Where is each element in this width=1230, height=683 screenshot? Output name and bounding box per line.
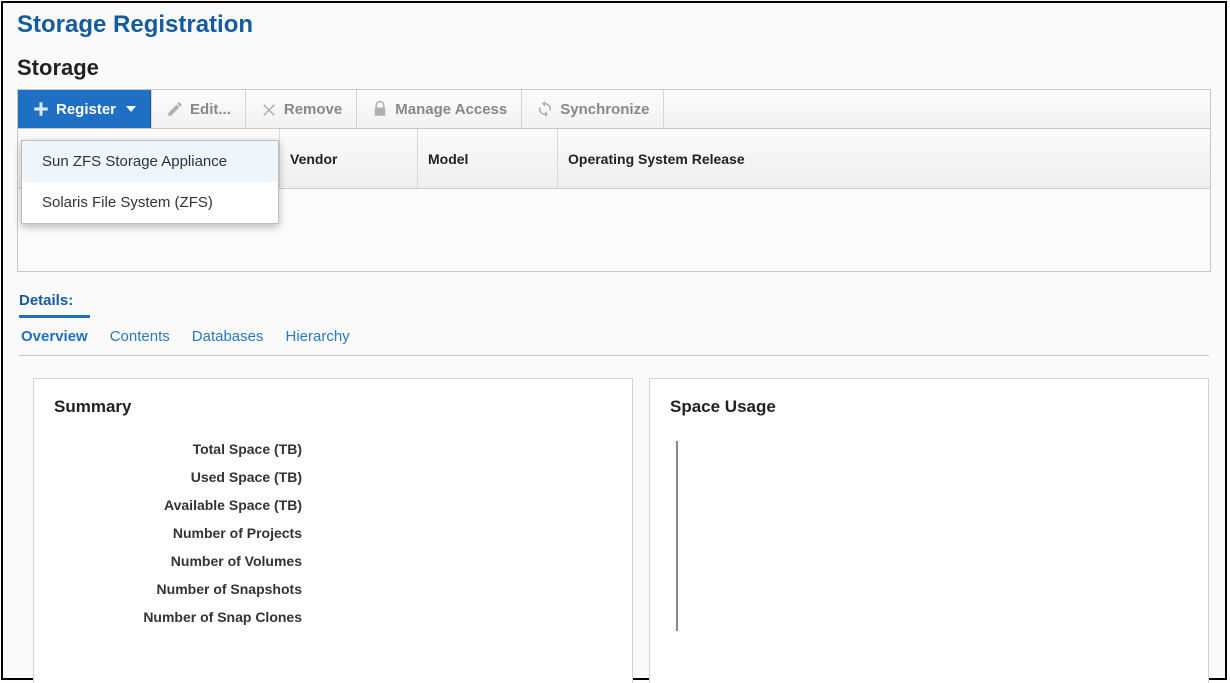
column-header-model[interactable]: Model <box>418 129 558 188</box>
edit-label: Edit... <box>190 101 231 118</box>
summary-title: Summary <box>54 397 612 417</box>
synchronize-button[interactable]: Synchronize <box>522 90 663 128</box>
sync-icon <box>536 100 554 118</box>
caret-down-icon <box>126 106 136 112</box>
tab-hierarchy[interactable]: Hierarchy <box>283 315 351 355</box>
pencil-icon <box>166 100 184 118</box>
column-header-vendor[interactable]: Vendor <box>280 129 418 188</box>
dropdown-item-solaris-zfs[interactable]: Solaris File System (ZFS) <box>22 182 278 223</box>
x-icon <box>260 100 278 118</box>
column-header-os-release[interactable]: Operating System Release <box>558 129 1210 188</box>
summary-rows: Total Space (TB) Used Space (TB) Availab… <box>54 441 612 625</box>
summary-row: Number of Snapshots <box>157 581 302 597</box>
summary-row: Available Space (TB) <box>164 497 302 513</box>
plus-icon <box>32 100 50 118</box>
tab-databases[interactable]: Databases <box>190 315 266 355</box>
dropdown-item-sun-zfs[interactable]: Sun ZFS Storage Appliance <box>22 141 278 182</box>
register-label: Register <box>56 101 116 118</box>
toolbar-separator <box>663 90 664 128</box>
summary-panel: Summary Total Space (TB) Used Space (TB)… <box>33 378 633 683</box>
section-heading-storage: Storage <box>3 47 1225 89</box>
manage-access-label: Manage Access <box>395 101 507 118</box>
remove-label: Remove <box>284 101 342 118</box>
summary-row: Number of Snap Clones <box>143 609 302 625</box>
details-label: Details: <box>3 272 1225 315</box>
details-tabs: Overview Contents Databases Hierarchy <box>19 315 1209 356</box>
summary-row: Total Space (TB) <box>193 441 302 457</box>
space-usage-chart <box>676 441 1188 631</box>
summary-row: Number of Volumes <box>171 553 302 569</box>
space-usage-panel: Space Usage <box>649 378 1209 683</box>
lock-icon <box>371 100 389 118</box>
tab-overview[interactable]: Overview <box>19 315 90 355</box>
toolbar: Register Edit... Remove Manage Access <box>17 89 1211 129</box>
register-button[interactable]: Register <box>18 90 151 128</box>
edit-button[interactable]: Edit... <box>152 90 245 128</box>
summary-row: Number of Projects <box>173 525 302 541</box>
remove-button[interactable]: Remove <box>246 90 356 128</box>
manage-access-button[interactable]: Manage Access <box>357 90 521 128</box>
overview-panels: Summary Total Space (TB) Used Space (TB)… <box>33 378 1209 683</box>
tab-contents[interactable]: Contents <box>108 315 172 355</box>
space-usage-title: Space Usage <box>670 397 1188 417</box>
register-dropdown: Sun ZFS Storage Appliance Solaris File S… <box>21 140 279 224</box>
summary-row: Used Space (TB) <box>191 469 302 485</box>
page-title: Storage Registration <box>3 3 1225 47</box>
synchronize-label: Synchronize <box>560 101 649 118</box>
